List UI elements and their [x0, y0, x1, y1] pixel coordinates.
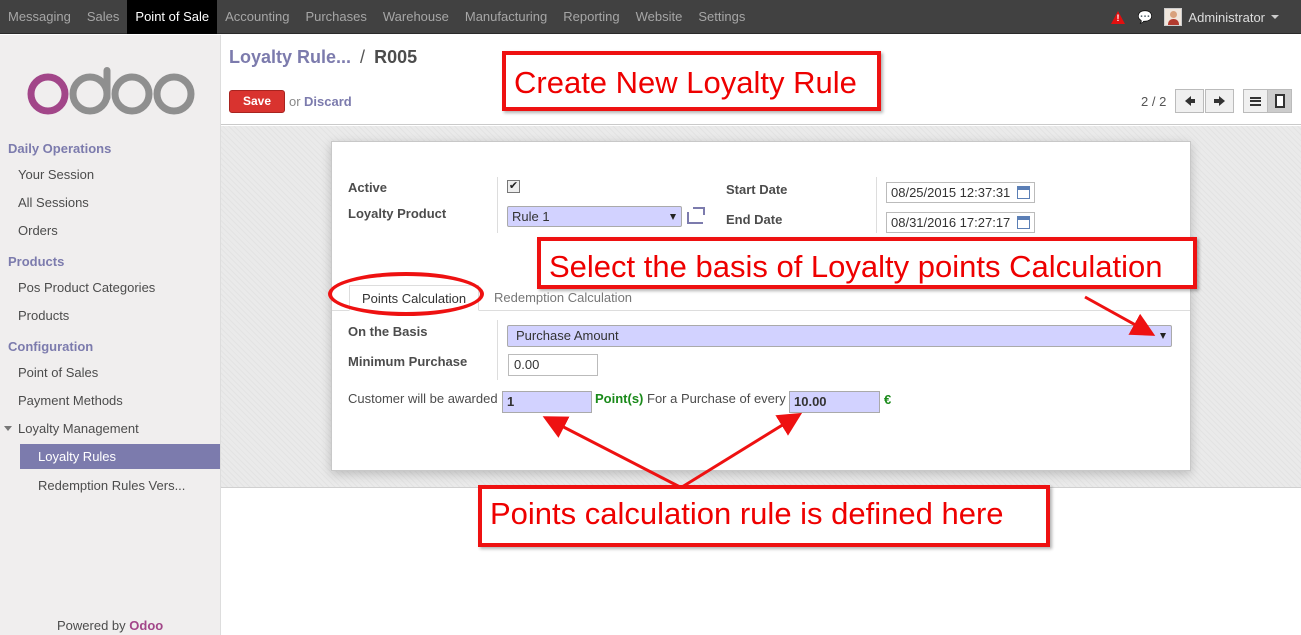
user-area: 💬 Administrator	[1111, 0, 1279, 34]
pager-next-button[interactable]	[1205, 89, 1234, 113]
breadcrumb-current: R005	[374, 47, 418, 67]
min-purchase-label: Minimum Purchase	[348, 354, 468, 369]
field-divider	[497, 177, 498, 233]
menu-purchases[interactable]: Purchases	[297, 0, 374, 34]
chevron-down-icon	[1271, 15, 1279, 19]
start-date-input[interactable]: 08/25/2015 12:37:31	[886, 182, 1035, 203]
form-icon	[1274, 94, 1285, 108]
basis-value: Purchase Amount	[516, 328, 619, 343]
end-date-value: 08/31/2016 17:27:17	[891, 215, 1011, 230]
menu-messaging[interactable]: Messaging	[0, 0, 79, 34]
top-navbar: Messaging Sales Point of Sale Accounting…	[0, 0, 1301, 34]
avatar	[1164, 8, 1183, 26]
odoo-logo	[27, 67, 195, 115]
pager-counter: 2 / 2	[1141, 94, 1167, 109]
annotation-tab-highlight	[328, 272, 484, 316]
save-button[interactable]: Save	[229, 90, 285, 113]
powered-by-link[interactable]: Odoo	[129, 618, 163, 633]
sidebar-item-pos-product-categories[interactable]: Pos Product Categories	[18, 280, 155, 295]
min-purchase-input[interactable]: 0.00	[508, 354, 598, 376]
sidebar: Daily Operations Your Session All Sessio…	[0, 35, 221, 635]
form-view-button[interactable]	[1267, 89, 1292, 113]
end-date-input[interactable]: 08/31/2016 17:27:17	[886, 212, 1035, 233]
powered-by: Powered by Odoo	[57, 618, 163, 633]
breadcrumb-parent[interactable]: Loyalty Rule...	[229, 47, 351, 67]
annotation-points-rule: Points calculation rule is defined here	[478, 485, 1050, 547]
awarded-label: Customer will be awarded	[348, 391, 498, 406]
chat-icon[interactable]: 💬	[1137, 10, 1152, 24]
loyalty-product-value: Rule 1	[512, 209, 550, 224]
breadcrumb-separator: /	[360, 47, 366, 67]
menu-sales[interactable]: Sales	[79, 0, 128, 34]
dropdown-arrow-icon	[1160, 333, 1166, 339]
user-menu[interactable]: Administrator	[1164, 8, 1279, 26]
active-label: Active	[348, 180, 388, 195]
purchase-label: For a Purchase of every	[647, 391, 786, 406]
sidebar-item-loyalty-rules[interactable]: Loyalty Rules	[20, 444, 220, 469]
menu-reporting[interactable]: Reporting	[555, 0, 627, 34]
expand-triangle-icon[interactable]	[4, 426, 12, 431]
basis-label: On the Basis	[348, 324, 428, 339]
list-icon	[1250, 96, 1261, 106]
dropdown-arrow-icon	[670, 214, 676, 220]
sidebar-item-point-of-sales[interactable]: Point of Sales	[18, 365, 98, 380]
field-divider	[497, 320, 498, 380]
pager-previous-button[interactable]	[1175, 89, 1204, 113]
menu-website[interactable]: Website	[628, 0, 691, 34]
sidebar-item-redemption-rules[interactable]: Redemption Rules Vers...	[38, 478, 185, 493]
loyalty-product-label: Loyalty Product	[348, 206, 447, 221]
field-divider	[876, 177, 877, 233]
arrow-right-icon	[1219, 96, 1225, 106]
calendar-icon[interactable]	[1017, 186, 1030, 199]
menu-accounting[interactable]: Accounting	[217, 0, 297, 34]
warning-icon[interactable]	[1111, 10, 1126, 24]
main-menu: Messaging Sales Point of Sale Accounting…	[0, 0, 753, 34]
menu-settings[interactable]: Settings	[690, 0, 753, 34]
purchase-amount-input[interactable]: 10.00	[789, 391, 880, 413]
end-date-label: End Date	[726, 212, 783, 227]
basis-select[interactable]: Purchase Amount	[507, 325, 1172, 347]
list-view-button[interactable]	[1243, 89, 1268, 113]
points-unit: Point(s)	[595, 391, 644, 406]
sidebar-item-all-sessions[interactable]: All Sessions	[18, 195, 89, 210]
currency-symbol: €	[884, 392, 892, 407]
start-date-value: 08/25/2015 12:37:31	[891, 185, 1011, 200]
breadcrumb: Loyalty Rule... / R005	[229, 47, 417, 68]
points-input[interactable]: 1	[502, 391, 592, 413]
powered-by-text: Powered by	[57, 618, 126, 633]
menu-warehouse[interactable]: Warehouse	[375, 0, 457, 34]
section-products: Products	[8, 254, 65, 269]
or-text: or	[289, 94, 301, 109]
user-name: Administrator	[1188, 9, 1265, 25]
calendar-icon[interactable]	[1017, 216, 1030, 229]
sidebar-item-your-session[interactable]: Your Session	[18, 167, 94, 182]
sidebar-item-products[interactable]: Products	[18, 308, 69, 323]
start-date-label: Start Date	[726, 182, 788, 197]
section-configuration: Configuration	[8, 339, 94, 354]
discard-button[interactable]: Discard	[304, 94, 352, 109]
sidebar-item-payment-methods[interactable]: Payment Methods	[18, 393, 123, 408]
annotation-create-new-rule: Create New Loyalty Rule	[502, 51, 881, 111]
menu-point-of-sale[interactable]: Point of Sale	[127, 0, 218, 34]
external-link-icon[interactable]	[687, 207, 705, 224]
sidebar-item-loyalty-management[interactable]: Loyalty Management	[18, 421, 139, 436]
menu-manufacturing[interactable]: Manufacturing	[457, 0, 555, 34]
section-daily-operations: Daily Operations	[8, 141, 112, 156]
annotation-select-basis: Select the basis of Loyalty points Calcu…	[537, 237, 1197, 289]
loyalty-product-select[interactable]: Rule 1	[507, 206, 682, 227]
sidebar-item-orders[interactable]: Orders	[18, 223, 58, 238]
active-checkbox[interactable]: ✔	[507, 180, 520, 193]
